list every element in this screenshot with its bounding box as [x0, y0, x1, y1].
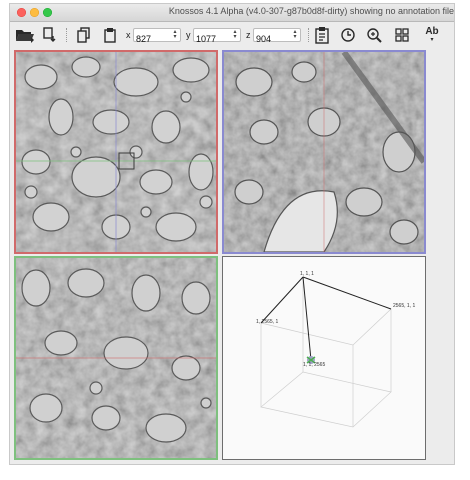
x-stepper-arrows[interactable]: ▴ ▾ [172, 29, 178, 40]
minimize-window-button[interactable] [30, 8, 39, 17]
right-panel-scrollbar[interactable] [430, 50, 452, 460]
zoom-icon [367, 28, 382, 43]
title-bar: Knossos 4.1 Alpha (v4.0-307-g87b0d8f-dir… [10, 4, 454, 22]
viewport-3d[interactable]: 1, 1, 1 2565, 1, 1 1, 2565, 1 1, 1, 2565 [222, 256, 426, 460]
viewport-zy[interactable] [14, 256, 218, 460]
annotation-text-button[interactable]: Ab ▾ [420, 25, 444, 45]
volume-bounding-box [260, 276, 392, 428]
axis-lines [260, 276, 392, 361]
task-button[interactable] [312, 25, 332, 45]
knossos-window: Knossos 4.1 Alpha (v4.0-307-g87b0d8f-dir… [10, 4, 454, 464]
em-slice-xy [16, 52, 216, 252]
open-file-button[interactable] [14, 25, 36, 45]
cube-back-edges [260, 276, 392, 428]
y-coordinate-input[interactable] [194, 33, 230, 45]
text-ab-icon: Ab [425, 26, 439, 37]
label-x-axis: 2565, 1, 1 [393, 303, 416, 309]
task-icon [315, 27, 329, 44]
label-y-axis: 1, 2565, 1 [256, 319, 279, 325]
zoom-window-button[interactable] [43, 8, 52, 17]
z-coordinate-field[interactable]: ▴▾ [253, 28, 301, 45]
toolbar-separator [66, 28, 67, 42]
history-button[interactable] [338, 25, 358, 45]
copy-button[interactable] [74, 25, 94, 45]
save-button[interactable] [40, 25, 60, 45]
y-coordinate-label: y [186, 30, 191, 40]
x-coordinate-input[interactable] [134, 33, 170, 45]
label-origin: 1, 1, 1 [300, 271, 314, 277]
layout-button[interactable] [392, 25, 412, 45]
grid-icon [395, 28, 409, 42]
x-coordinate-label: x [126, 30, 131, 40]
close-window-button[interactable] [17, 8, 26, 17]
toolbar: x ▴▾ y ▴▾ z ▴▾ [10, 22, 454, 48]
y-stepper-arrows[interactable]: ▴ ▾ [232, 29, 238, 40]
dropdown-caret-icon: ▾ [430, 37, 434, 43]
clock-icon [341, 28, 355, 42]
z-stepper-arrows[interactable]: ▴ ▾ [292, 29, 298, 40]
viewport-xz[interactable] [222, 50, 426, 254]
toolbar-separator [308, 28, 309, 42]
y-coordinate-field[interactable]: ▴▾ [193, 28, 241, 45]
em-slice-zy [16, 258, 216, 458]
copy-icon [77, 27, 90, 43]
z-coordinate-label: z [246, 30, 251, 40]
label-z-axis: 1, 1, 2565 [303, 362, 326, 368]
window-title: Knossos 4.1 Alpha (v4.0-307-g87b0d8f-dir… [168, 6, 454, 16]
zoom-button[interactable] [364, 25, 384, 45]
viewport-xy[interactable] [14, 50, 218, 254]
paste-button[interactable] [100, 25, 120, 45]
paste-icon [104, 28, 116, 43]
save-icon [43, 27, 56, 42]
em-slice-xz [224, 52, 424, 252]
folder-open-icon [16, 30, 34, 43]
x-coordinate-field[interactable]: ▴▾ [133, 28, 181, 45]
z-coordinate-input[interactable] [254, 33, 290, 45]
